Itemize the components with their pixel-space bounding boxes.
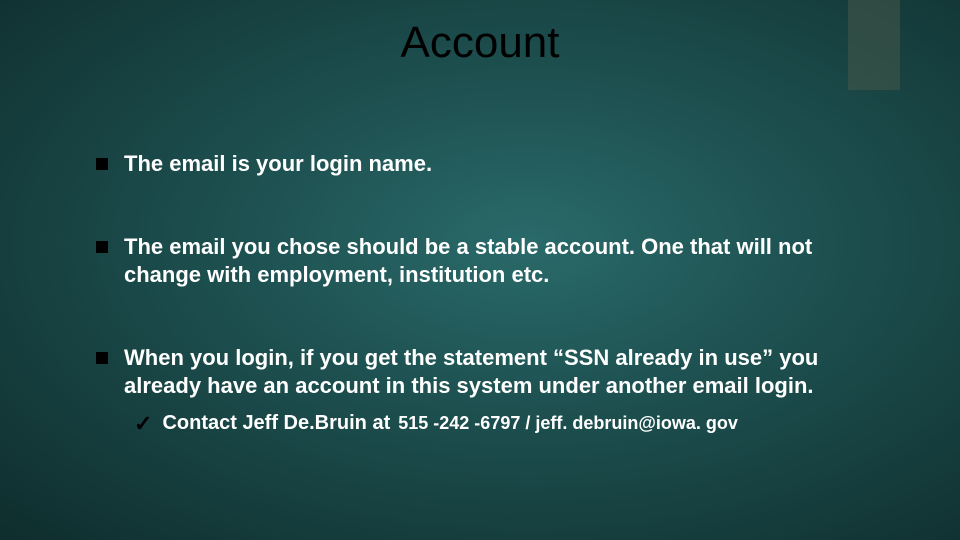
bullet-text: When you login, if you get the statement… — [124, 344, 890, 401]
bullet-item: The email is your login name. — [96, 150, 890, 179]
bullet-text: The email is your login name. — [124, 150, 890, 179]
slide-title: Account — [0, 18, 960, 68]
sub-bullet: ✓ Contact Jeff De.Bruin at 515 -242 -679… — [134, 411, 890, 437]
square-bullet-icon — [96, 352, 108, 364]
checkmark-icon: ✓ — [134, 411, 152, 437]
square-bullet-icon — [96, 158, 108, 170]
bullet-text: The email you chose should be a stable a… — [124, 233, 890, 290]
slide: Account The email is your login name. Th… — [0, 0, 960, 540]
sub-bullet-prefix: Contact Jeff De.Bruin at — [162, 412, 390, 435]
contact-detail: 515 -242 -6797 / jeff. debruin@iowa. gov — [398, 413, 738, 434]
bullet-item: When you login, if you get the statement… — [96, 344, 890, 401]
slide-content: The email is your login name. The email … — [96, 150, 890, 437]
square-bullet-icon — [96, 241, 108, 253]
bullet-item: The email you chose should be a stable a… — [96, 233, 890, 290]
